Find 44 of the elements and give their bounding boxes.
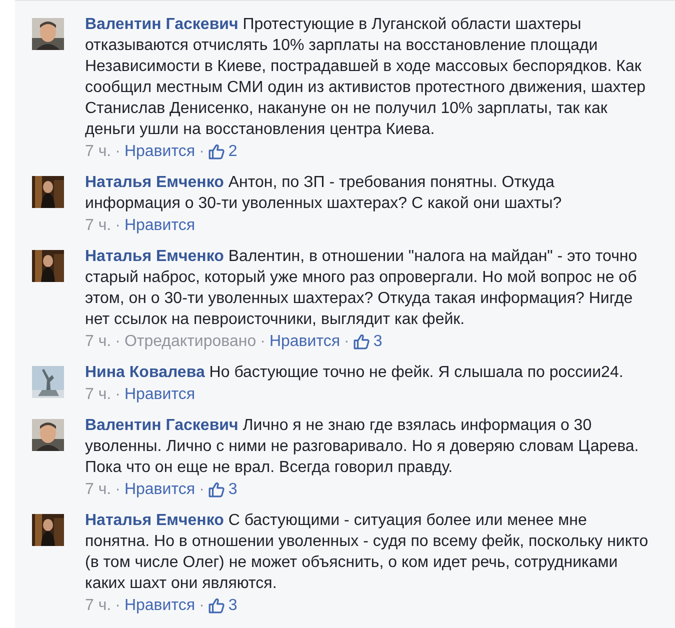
separator-dot: · (115, 480, 120, 500)
like-link[interactable]: Нравится (124, 141, 196, 162)
comment-text: Валентин Гаскевич Протестующие в Луганской области шахтеры отказываются отчислять 10% зарплаты на восстановление площади Независимости в Киеве, пострадавшей в ходе массовых беспорядков. Как сообщил местным СМИ один из активистов протестного движения, шахтер Станислав Денисенко, накануне он не получил 10% зарплаты, так как деньги ушли на восстановления центра Киева. (85, 15, 647, 140)
separator-dot: · (115, 142, 120, 162)
like-link[interactable]: Нравится (124, 215, 196, 236)
separator-dot: · (199, 480, 204, 500)
separator-dot: · (344, 332, 350, 352)
separator-dot: · (115, 216, 120, 236)
comment-text: Наталья Емченко Валентин, в отношении "налога на майдан" - это точно старый наброс, который уже много раз опровергали. Но мой вопрос не об этом, он о 30-ти уволенных шахтерах? Откуда такая информация? Нигде нет ссылок на певроисточники, выглядит как фейк. (85, 247, 638, 330)
thumbs-up-icon[interactable] (208, 143, 226, 160)
like-count[interactable]: 2 (228, 141, 238, 162)
timestamp: 7 ч. (85, 480, 112, 500)
timestamp: 7 ч. (85, 332, 112, 352)
separator-dot: · (199, 142, 204, 162)
author-link[interactable]: Валентин Гаскевич (85, 16, 238, 33)
timestamp: 7 ч. (85, 596, 112, 616)
author-link[interactable]: Нина Ковалева (85, 364, 205, 381)
comment-text: Нина Ковалева Но бастующие точно не фейк. Я слышала по россии24. (85, 363, 624, 383)
like-count[interactable]: 3 (228, 479, 238, 500)
thumbs-up-icon[interactable] (208, 481, 226, 498)
separator-dot: · (260, 332, 266, 352)
author-link[interactable]: Наталья Емченко (85, 174, 224, 191)
author-link[interactable]: Наталья Емченко (85, 512, 224, 529)
author-link[interactable]: Валентин Гаскевич (85, 417, 238, 434)
like-link[interactable]: Нравится (124, 595, 196, 616)
thumbs-up-icon[interactable] (208, 597, 226, 614)
separator-dot: · (115, 332, 120, 352)
separator-dot: · (199, 596, 204, 616)
thumbs-up-icon[interactable] (353, 333, 370, 350)
like-link[interactable]: Нравится (124, 384, 196, 405)
comment-text: Наталья Емченко С бастующими - ситуация более или менее мне понятна. Но в отношении уволенных - судя по всему фейк, поскольку никто (в том числе Олег) не может объяснить, о ком идет речь, сотрудниками каких шахт они являются. (85, 511, 650, 594)
like-link[interactable]: Нравится (269, 331, 340, 352)
edited-label: Отредактировано (124, 332, 256, 352)
author-link[interactable]: Наталья Емченко (85, 248, 224, 265)
comment-text: Валентин Гаскевич Лично я не знаю где взялась информация о 30 уволенны. Лично с ними не разговаривало. Но я доверяю словам Царева. Пока что он еще не врал. Всегда говорил правду. (85, 416, 640, 478)
timestamp: 7 ч. (85, 385, 112, 405)
separator-dot: · (115, 385, 120, 405)
timestamp: 7 ч. (85, 216, 112, 236)
like-link[interactable]: Нравится (124, 479, 196, 500)
timestamp: 7 ч. (85, 142, 112, 162)
comment-text: Наталья Емченко Антон, по ЗП - требования понятны. Откуда информация о 30-ти уволенных шахтерах? С какой они шахты? (85, 173, 563, 214)
like-count[interactable]: 3 (373, 331, 382, 352)
like-count[interactable]: 3 (228, 595, 238, 616)
separator-dot: · (115, 596, 120, 616)
